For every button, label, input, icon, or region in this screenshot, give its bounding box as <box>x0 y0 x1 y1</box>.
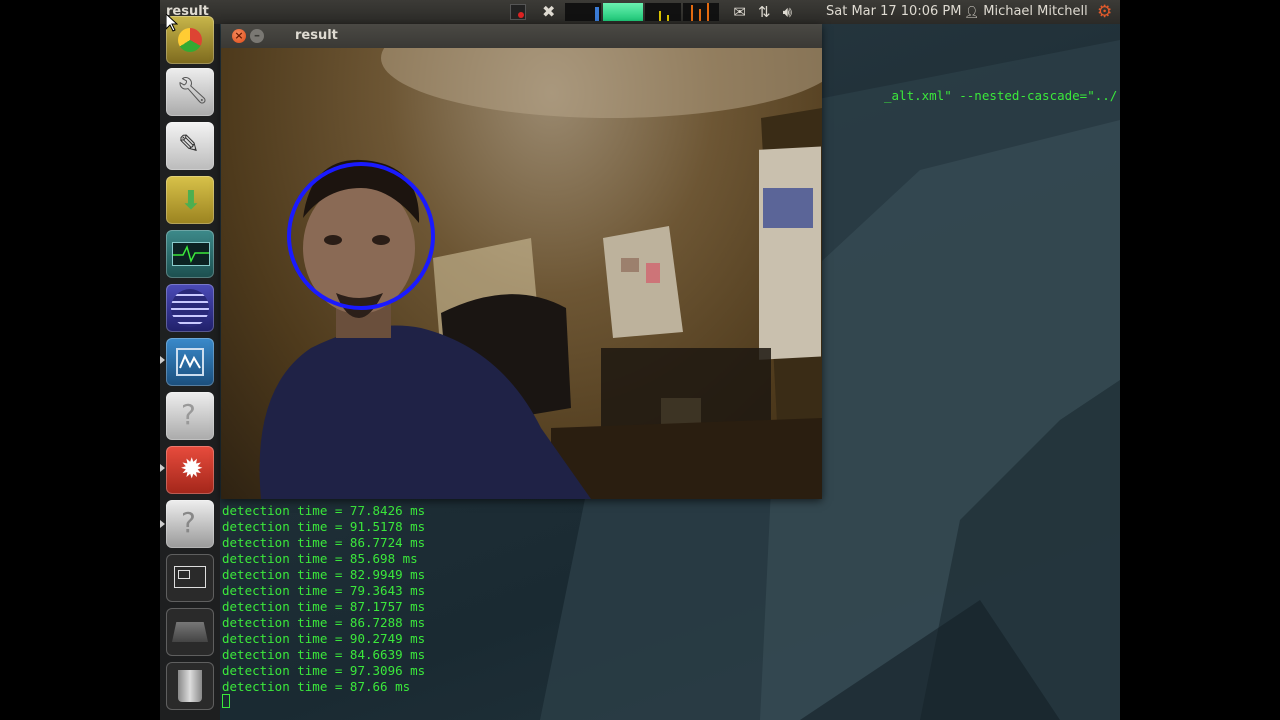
webcam-scene <box>259 48 822 499</box>
launcher-item-system-monitor[interactable] <box>166 230 214 278</box>
eclipse-icon <box>171 289 209 327</box>
user-menu[interactable]: 👤︎ Michael Mitchell <box>964 4 1088 19</box>
dropbox-icon[interactable]: ✖ <box>542 4 555 20</box>
terminal-line: detection time = 85.698 ms <box>222 551 418 566</box>
terminal-line: detection time = 77.8426 ms <box>222 503 426 518</box>
system-monitor-alt-icon <box>176 348 204 376</box>
session-gear-icon[interactable]: ⚙ <box>1097 2 1112 22</box>
memory-graph-icon[interactable] <box>603 3 644 21</box>
terminal-command-tail: _alt.xml" --nested-cascade="../../d <box>884 88 1120 103</box>
system-settings-icon: 🔧︎ <box>176 76 210 106</box>
launcher-item-unknown-app-2[interactable]: ? <box>166 500 214 548</box>
unknown-app-2-icon: ? <box>181 506 196 539</box>
volume-icon[interactable]: 🔊︎ <box>783 3 792 21</box>
disk-graph-icon[interactable] <box>683 3 720 21</box>
user-name: Michael Mitchell <box>983 4 1088 19</box>
terminal-line: detection time = 79.3643 ms <box>222 583 426 598</box>
launcher-running-indicator <box>160 356 165 364</box>
close-button[interactable]: × <box>232 29 246 43</box>
terminal-line: detection time = 87.1757 ms <box>222 599 426 614</box>
update-alert-icon: ✹ <box>180 452 204 485</box>
launcher-item-removable-drive[interactable] <box>166 608 214 656</box>
trash-icon <box>178 670 202 702</box>
network-graph-icon[interactable] <box>565 3 602 21</box>
terminal-line: detection time = 82.9949 ms <box>222 567 426 582</box>
launcher-item-system-monitor-alt[interactable] <box>166 338 214 386</box>
launcher-item-unknown-app[interactable]: ? <box>166 392 214 440</box>
top-panel: result ✖ ✉ ⇅ 🔊︎ Sat Mar 17 10:06 PM 👤︎ M… <box>160 0 1120 24</box>
launcher: 🔧︎ ✎ ⬇ ? ✹ ? <box>160 16 220 720</box>
window-titlebar[interactable]: × – result <box>221 24 822 48</box>
desktop: _alt.xml" --nested-cascade="../../d dete… <box>160 0 1120 720</box>
user-icon: 👤︎ <box>964 4 980 19</box>
indicator-tray: ✖ ✉ ⇅ 🔊︎ <box>510 3 792 21</box>
chromium-icon <box>178 28 202 52</box>
launcher-item-update-alert[interactable]: ✹ <box>166 446 214 494</box>
launcher-item-trash[interactable] <box>166 662 214 710</box>
terminal-line: detection time = 97.3096 ms <box>222 663 426 678</box>
mail-icon[interactable]: ✉ <box>733 3 746 21</box>
launcher-item-text-editor[interactable]: ✎ <box>166 122 214 170</box>
terminal-cursor <box>222 694 230 708</box>
clock[interactable]: Sat Mar 17 10:06 PM <box>826 4 961 19</box>
network-icon[interactable]: ⇅ <box>758 3 771 21</box>
recording-indicator-icon[interactable] <box>510 4 526 20</box>
terminal-line: detection time = 86.7724 ms <box>222 535 426 550</box>
terminal-output: detection time = 77.8426 ms detection tim… <box>222 503 425 695</box>
webcam-frame <box>221 48 822 499</box>
launcher-item-eclipse[interactable] <box>166 284 214 332</box>
terminal-line: detection time = 91.5178 ms <box>222 519 426 534</box>
result-window[interactable]: × – result <box>221 24 822 499</box>
archive-manager-icon: ⬇ <box>180 186 202 216</box>
system-monitor-icon <box>172 242 210 266</box>
launcher-running-indicator <box>160 520 165 528</box>
mouse-pointer-icon <box>166 14 178 32</box>
removable-drive-icon <box>172 622 208 642</box>
cpu-graph-icon[interactable] <box>645 3 682 21</box>
terminal-line: detection time = 84.6639 ms <box>222 647 426 662</box>
minimize-button[interactable]: – <box>250 29 264 43</box>
window-title: result <box>295 28 338 43</box>
unknown-app-icon: ? <box>181 398 196 431</box>
terminal-line: detection time = 86.7288 ms <box>222 615 426 630</box>
terminal-line: detection time = 90.2749 ms <box>222 631 426 646</box>
workspace-switcher-icon <box>174 566 206 588</box>
text-editor-icon: ✎ <box>178 130 200 160</box>
terminal-line: detection time = 87.66 ms <box>222 679 411 694</box>
launcher-running-indicator <box>160 464 165 472</box>
launcher-item-system-settings[interactable]: 🔧︎ <box>166 68 214 116</box>
launcher-item-archive-manager[interactable]: ⬇ <box>166 176 214 224</box>
launcher-item-workspace-switcher[interactable] <box>166 554 214 602</box>
